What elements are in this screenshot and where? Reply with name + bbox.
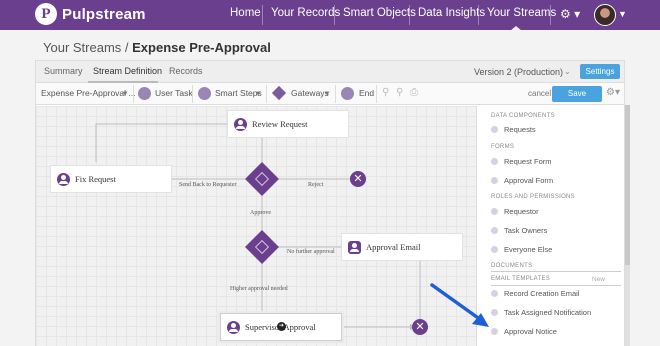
- item-dot-icon: [491, 309, 498, 316]
- stream-select[interactable]: Expense Pre-Approval ...: [41, 88, 136, 98]
- user-task-icon: [234, 117, 247, 131]
- end-icon: [341, 87, 354, 100]
- node-approval-email[interactable]: Approval Email: [341, 233, 463, 261]
- edge-label-approve: Approve: [250, 210, 271, 216]
- tab-summary[interactable]: Summary: [44, 66, 83, 76]
- nav-divider: [478, 5, 479, 25]
- toolbar-divider: [133, 85, 134, 103]
- new-template-button[interactable]: New: [592, 276, 605, 283]
- item-dot-icon: [491, 290, 498, 297]
- item-dot-icon: [491, 158, 498, 165]
- tab-stream-definition[interactable]: Stream Definition: [93, 66, 162, 76]
- tab-records[interactable]: Records: [169, 66, 203, 76]
- sidebar-item-request-form[interactable]: Request Form: [491, 157, 552, 166]
- sidebar-item-approval-notice[interactable]: Approval Notice: [491, 327, 557, 336]
- item-dot-icon: [491, 227, 498, 234]
- end-node[interactable]: ✕: [412, 319, 428, 335]
- sidebar-item-requestor[interactable]: Requestor: [491, 207, 539, 216]
- scrollbar-thumb[interactable]: [625, 105, 630, 265]
- nav-smart-objects[interactable]: Smart Objects: [343, 7, 416, 19]
- sidebar-item-everyone-else[interactable]: Everyone Else: [491, 245, 552, 254]
- stream-editor-panel: Summary Stream Definition Records Versio…: [35, 60, 625, 346]
- item-dot-icon: [491, 328, 498, 335]
- node-review-request[interactable]: Review Request: [227, 110, 349, 138]
- item-dot-icon: [491, 246, 498, 253]
- gear-icon[interactable]: ⚙▾: [606, 87, 620, 98]
- chevron-down-icon[interactable]: ▾: [123, 88, 127, 99]
- nav-divider: [334, 5, 335, 25]
- edge-label-reject: Reject: [308, 182, 324, 188]
- components-sidebar: DATA COMPONENTS Requests FORMS Request F…: [476, 106, 624, 346]
- email-icon: [348, 240, 361, 254]
- user-task-icon: [138, 87, 151, 100]
- section-heading-forms: FORMS: [491, 144, 515, 150]
- gateway-icon: [271, 85, 287, 101]
- smart-steps-tool[interactable]: Smart Steps: [215, 88, 262, 98]
- end-tool[interactable]: End: [359, 88, 374, 98]
- avatar[interactable]: [594, 4, 616, 26]
- sidebar-item-record-creation-email[interactable]: Record Creation Email: [491, 289, 579, 298]
- sidebar-item-task-assigned-notification[interactable]: Task Assigned Notification: [491, 308, 591, 317]
- nav-your-records[interactable]: Your Records: [271, 7, 340, 19]
- edge-label-send-back: Send Back to Requester: [179, 182, 237, 188]
- move-cursor-icon: ➔: [277, 322, 286, 331]
- divider: [491, 285, 621, 286]
- toolbar-divider: [335, 85, 336, 103]
- nav-divider: [409, 5, 410, 25]
- section-heading-data-components: DATA COMPONENTS: [491, 113, 555, 119]
- toolbar-divider: [192, 85, 193, 103]
- tab-bar: Summary Stream Definition Records Versio…: [36, 61, 624, 83]
- pulpstream-logo-icon: P: [35, 3, 57, 25]
- chevron-down-icon[interactable]: ⌄: [564, 67, 571, 76]
- item-dot-icon: [491, 208, 498, 215]
- item-dot-icon: [491, 126, 498, 133]
- divider: [491, 271, 621, 272]
- toolbar-divider: [376, 85, 377, 103]
- chevron-down-icon[interactable]: ▾: [325, 88, 329, 99]
- chevron-down-icon[interactable]: ▾: [256, 88, 260, 99]
- nav-data-insights[interactable]: Data Insights: [418, 7, 485, 19]
- user-task-tool[interactable]: User Task: [155, 88, 193, 98]
- section-heading-email-templates: EMAIL TEMPLATES: [491, 276, 551, 282]
- chevron-down-icon[interactable]: ▼: [618, 9, 627, 19]
- sidebar-item-requests[interactable]: Requests: [491, 125, 536, 134]
- top-navbar: P Pulpstream Home Your Records Smart Obj…: [0, 0, 660, 31]
- nav-home[interactable]: Home: [230, 7, 261, 19]
- sidebar-item-task-owners[interactable]: Task Owners: [491, 226, 547, 235]
- gateways-tool[interactable]: Gateways: [291, 88, 329, 98]
- version-select[interactable]: Version 2 (Production): [474, 67, 563, 77]
- edge-label-higher-approval: Higher approval needed: [230, 286, 288, 292]
- editor-toolbar: Expense Pre-Approval ... ▾ User Task Sma…: [36, 83, 624, 114]
- page-title: Expense Pre-Approval: [132, 40, 271, 55]
- node-fix-request[interactable]: Fix Request: [50, 165, 172, 193]
- save-changes-button[interactable]: Save Changes: [552, 86, 602, 114]
- user-task-icon: [57, 172, 70, 186]
- active-nav-indicator: [510, 26, 522, 31]
- section-heading-roles: ROLES AND PERMISSIONS: [491, 194, 575, 200]
- nav-divider: [550, 5, 551, 25]
- connector-lines: [95, 121, 421, 330]
- app-name: Pulpstream: [62, 5, 146, 23]
- settings-gear-icon[interactable]: ⚙ ▾: [560, 7, 580, 21]
- cancel-button[interactable]: cancel: [528, 89, 551, 98]
- print-icon[interactable]: ⎙: [410, 87, 418, 98]
- user-task-icon: [227, 320, 240, 334]
- end-reject-node[interactable]: ✕: [350, 171, 366, 187]
- toolbar-divider: [266, 85, 267, 103]
- breadcrumb: Your Streams / Expense Pre-Approval: [43, 40, 271, 55]
- nav-divider: [262, 5, 263, 25]
- nav-your-streams[interactable]: Your Streams: [487, 7, 556, 19]
- settings-button[interactable]: Settings: [580, 64, 620, 79]
- edge-label-no-further-approval: No further approval: [287, 249, 335, 255]
- smart-steps-icon: [198, 87, 211, 100]
- sidebar-item-approval-form[interactable]: Approval Form: [491, 176, 553, 185]
- zoom-out-icon[interactable]: ⚲: [396, 87, 403, 98]
- logo[interactable]: P Pulpstream: [35, 3, 146, 25]
- zoom-in-icon[interactable]: ⚲: [382, 87, 389, 98]
- item-dot-icon: [491, 177, 498, 184]
- section-heading-documents: DOCUMENTS: [491, 263, 533, 269]
- breadcrumb-parent[interactable]: Your Streams /: [43, 40, 129, 55]
- process-diagram-canvas[interactable]: Review Request Fix Request ✕ Send Back t…: [36, 106, 476, 346]
